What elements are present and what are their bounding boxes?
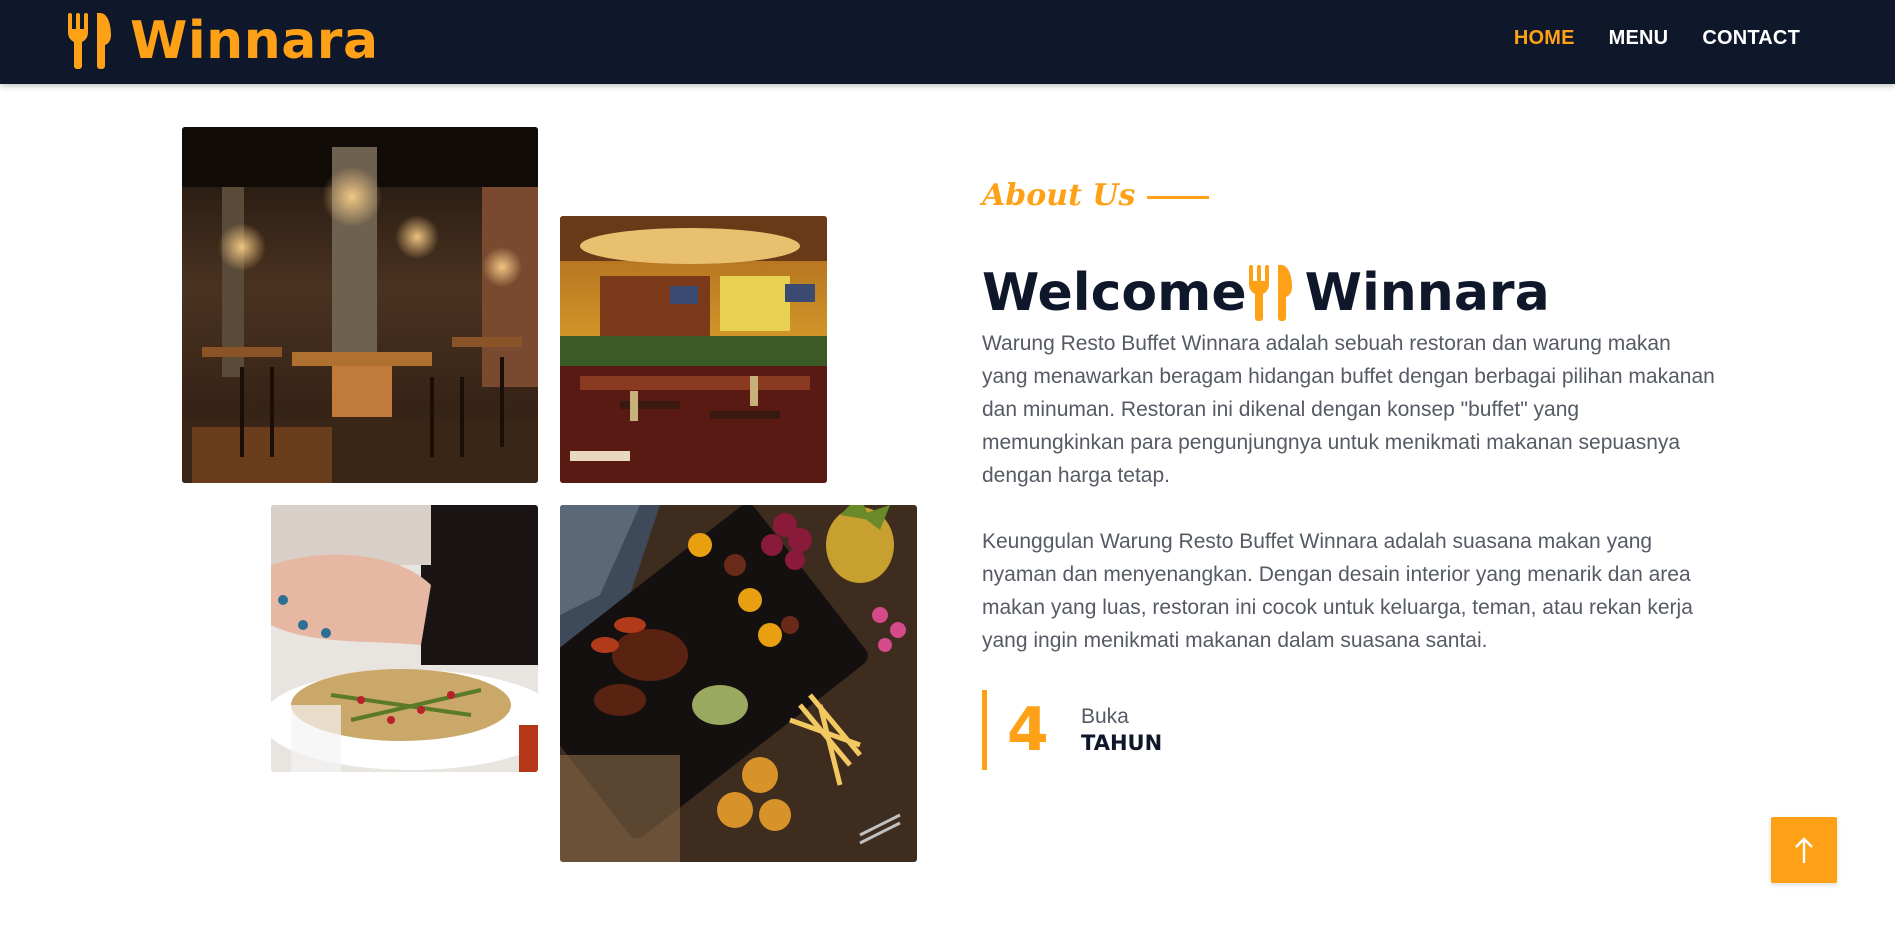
about-eyebrow: About Us: [982, 178, 1210, 213]
back-to-top-button[interactable]: [1771, 817, 1837, 883]
eyebrow-divider: [1147, 196, 1210, 199]
stat-label: TAHUN: [1081, 731, 1163, 755]
main-nav: HOME MENU CONTACT: [1514, 27, 1800, 50]
salad-plate-photo: [271, 505, 538, 772]
page-title: Welcome Winnara: [982, 263, 1550, 323]
heading-text-after: Winnara: [1304, 262, 1550, 323]
grilled-platter-photo: [560, 505, 917, 862]
nav-link-contact[interactable]: CONTACT: [1702, 27, 1800, 50]
stat-sub: Buka: [1081, 705, 1129, 728]
about-eyebrow-text: About Us: [982, 178, 1136, 213]
nav-link-menu[interactable]: MENU: [1609, 27, 1669, 50]
utensils-icon: [1248, 264, 1292, 321]
brand-logo-link[interactable]: Winnara: [66, 10, 379, 72]
navbar: Winnara HOME MENU CONTACT: [0, 0, 1895, 84]
restaurant-bar-photo: [560, 216, 827, 483]
utensils-icon: [68, 13, 111, 69]
arrow-up-icon: [1795, 837, 1813, 863]
years-open-stat: 4 Buka TAHUN: [982, 690, 1162, 770]
about-paragraph-2: Keunggulan Warung Resto Buffet Winnara a…: [982, 530, 1693, 652]
restaurant-interior-photo: [182, 127, 538, 483]
brand-name: Winnara: [130, 11, 379, 71]
nav-link-home[interactable]: HOME: [1514, 27, 1575, 50]
heading-text-before: Welcome: [982, 262, 1247, 323]
stat-text: Buka TAHUN: [1081, 705, 1162, 755]
about-paragraph-1: Warung Resto Buffet Winnara adalah sebua…: [982, 332, 1715, 487]
stat-number: 4: [1007, 695, 1049, 765]
